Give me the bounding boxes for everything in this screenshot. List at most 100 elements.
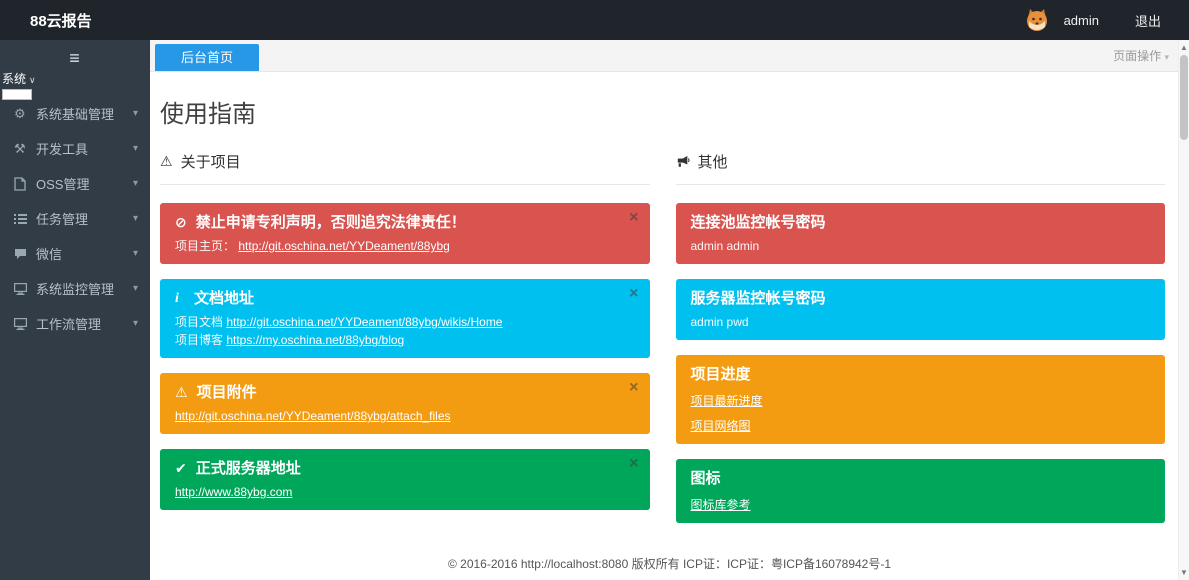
box-title: 项目进度 xyxy=(690,366,751,383)
alert-patent-notice: × ⊘ 禁止申请专利声明，否则追究法律责任！ 项目主页： http://git.… xyxy=(160,203,650,264)
production-server-link[interactable]: http://www.88ybg.com xyxy=(175,485,292,499)
alert-line-label: 项目主页： xyxy=(175,239,236,253)
other-section: 其他 连接池监控帐号密码 admin admin 服务器监控帐号密码 admin… xyxy=(675,151,1165,538)
alert-line-label: 项目文档 xyxy=(175,315,227,329)
warning-icon: ⚠ xyxy=(175,384,188,400)
fox-avatar-image xyxy=(1026,9,1047,31)
sidebar-item-wechat[interactable]: 微信 ▾ xyxy=(0,236,150,271)
sidebar-item-workflow[interactable]: 工作流管理 ▾ xyxy=(0,306,150,341)
box-pool-monitor-credentials: 连接池监控帐号密码 admin admin xyxy=(675,203,1165,264)
project-docs-link[interactable]: http://git.oschina.net/YYDeament/88ybg/w… xyxy=(226,315,502,329)
page-title: 使用指南 xyxy=(160,101,256,128)
scrollbar-thumb[interactable] xyxy=(1180,55,1188,140)
other-header: 其他 xyxy=(675,151,1165,185)
chevron-down-icon: ▾ xyxy=(132,248,138,259)
scroll-up-icon[interactable]: ▲ xyxy=(1179,43,1189,52)
desktop-icon xyxy=(14,317,36,330)
tab-home[interactable]: 后台首页 xyxy=(155,44,260,71)
box-title: 图标 xyxy=(690,470,721,487)
project-blog-link[interactable]: https://my.oschina.net/88ybg/blog xyxy=(226,333,404,347)
wrench-icon: ⚒ xyxy=(14,140,26,156)
box-title: 连接池监控帐号密码 xyxy=(690,214,826,231)
topbar: 88云报告 admin 退出 xyxy=(0,0,1189,40)
ban-icon: ⊘ xyxy=(175,214,187,230)
network-diagram-link[interactable]: 项目网络图 xyxy=(691,417,751,434)
alert-title-text: 项目附件 xyxy=(196,384,257,401)
sidebar-item-label: 系统基础管理 xyxy=(36,107,115,122)
close-icon[interactable]: × xyxy=(629,456,638,472)
check-icon: ✔ xyxy=(175,460,187,476)
alert-title-text: 正式服务器地址 xyxy=(195,460,301,477)
gears-icon: ⚙ xyxy=(14,105,26,121)
app-window: 88云报告 admin 退出 ≡ 系统 ∨ ⚙ 系统基础管理 ▾ ⚒ 开发工具 … xyxy=(0,0,1189,580)
about-project-section: ⚠ 关于项目 × ⊘ 禁止申请专利声明，否则追究法律责任！ 项目主页： http… xyxy=(160,151,650,538)
system-select-label: 系统 xyxy=(2,72,27,86)
sidebar-item-label: 系统监控管理 xyxy=(36,282,115,297)
chevron-down-icon: ∨ xyxy=(29,75,36,85)
section-header-label: 其他 xyxy=(697,154,728,171)
icon-library-link[interactable]: 图标库参考 xyxy=(691,496,751,513)
sidebar-toggle-icon[interactable]: ≡ xyxy=(0,40,150,70)
file-icon xyxy=(14,176,36,191)
box-server-monitor-credentials: 服务器监控帐号密码 admin pwd xyxy=(675,279,1165,340)
page-operations-label: 页面操作 xyxy=(1113,49,1162,63)
box-text: admin pwd xyxy=(690,315,749,329)
scrollbar[interactable]: ▲ ▼ xyxy=(1178,40,1189,580)
footer: © 2016-2016 http://localhost:8080 版权所有 I… xyxy=(150,552,1189,580)
info-icon: i xyxy=(175,291,179,306)
attachments-link[interactable]: http://git.oschina.net/YYDeament/88ybg/a… xyxy=(175,409,451,423)
alert-title-text: 禁止申请专利声明，否则追究法律责任！ xyxy=(195,214,466,231)
project-home-link[interactable]: http://git.oschina.net/YYDeament/88ybg xyxy=(238,239,449,253)
chevron-down-icon: ▾ xyxy=(132,283,138,294)
close-icon[interactable]: × xyxy=(629,286,638,302)
logout-link[interactable]: 退出 xyxy=(1135,11,1161,30)
main-area: 后台首页 页面操作 ▾ 使用指南 ⚠ 关于项目 × ⊘ 禁止申请专利声明，否则追… xyxy=(150,40,1189,580)
chevron-down-icon: ▾ xyxy=(132,108,138,119)
sidebar-item-oss[interactable]: OSS管理 ▾ xyxy=(0,166,150,201)
content-area: 使用指南 ⚠ 关于项目 × ⊘ 禁止申请专利声明，否则追究法律责任！ 项目主页：… xyxy=(150,72,1189,580)
alert-line-label: 项目博客 xyxy=(175,333,227,347)
sidebar-item-label: OSS管理 xyxy=(36,177,90,192)
comment-icon xyxy=(14,248,36,260)
tab-bar: 后台首页 页面操作 ▾ xyxy=(150,40,1189,72)
system-select-box[interactable] xyxy=(2,89,32,100)
box-text: admin admin xyxy=(690,239,760,253)
topbar-right: admin 退出 xyxy=(1024,7,1189,33)
sidebar-item-label: 微信 xyxy=(36,247,63,262)
sidebar-item-label: 开发工具 xyxy=(36,142,89,157)
scroll-down-icon[interactable]: ▼ xyxy=(1179,568,1189,577)
chevron-down-icon: ▾ xyxy=(132,143,138,154)
sidebar: ≡ 系统 ∨ ⚙ 系统基础管理 ▾ ⚒ 开发工具 ▾ OSS管理 ▾ 任务管理 … xyxy=(0,40,150,580)
avatar[interactable] xyxy=(1024,7,1050,33)
alert-title-text: 文档地址 xyxy=(194,290,255,307)
sidebar-item-dev-tools[interactable]: ⚒ 开发工具 ▾ xyxy=(0,131,150,166)
about-project-header: ⚠ 关于项目 xyxy=(160,151,650,185)
chevron-down-icon: ▾ xyxy=(1164,52,1169,62)
sidebar-item-label: 任务管理 xyxy=(36,212,89,227)
username[interactable]: admin xyxy=(1064,13,1099,28)
box-icons: 图标 图标库参考 xyxy=(675,459,1165,523)
box-title: 服务器监控帐号密码 xyxy=(690,290,826,307)
alert-production-server: × ✔ 正式服务器地址 http://www.88ybg.com xyxy=(160,449,650,510)
close-icon[interactable]: × xyxy=(629,380,638,396)
alert-docs-address: × i 文档地址 项目文档 http://git.oschina.net/YYD… xyxy=(160,279,650,358)
chevron-down-icon: ▾ xyxy=(132,178,138,189)
section-header-label: 关于项目 xyxy=(180,154,241,171)
chevron-down-icon: ▾ xyxy=(132,213,138,224)
box-project-progress: 项目进度 项目最新进度 项目网络图 xyxy=(675,355,1165,444)
sidebar-item-label: 工作流管理 xyxy=(36,317,102,332)
close-icon[interactable]: × xyxy=(629,210,638,226)
tasks-icon xyxy=(14,213,36,225)
desktop-icon xyxy=(14,282,36,295)
app-title: 88云报告 xyxy=(30,12,92,30)
warning-icon: ⚠ xyxy=(160,153,173,169)
sidebar-item-tasks[interactable]: 任务管理 ▾ xyxy=(0,201,150,236)
alert-project-attachments: × ⚠ 项目附件 http://git.oschina.net/YYDeamen… xyxy=(160,373,650,434)
sidebar-item-system-base[interactable]: ⚙ 系统基础管理 ▾ xyxy=(0,96,150,131)
chevron-down-icon: ▾ xyxy=(132,318,138,329)
latest-progress-link[interactable]: 项目最新进度 xyxy=(691,392,763,409)
system-select[interactable]: 系统 ∨ xyxy=(2,70,36,100)
bullhorn-icon xyxy=(676,155,690,168)
sidebar-item-system-monitor[interactable]: 系统监控管理 ▾ xyxy=(0,271,150,306)
sidebar-nav: ⚙ 系统基础管理 ▾ ⚒ 开发工具 ▾ OSS管理 ▾ 任务管理 ▾ 微信 ▾ … xyxy=(0,96,150,341)
